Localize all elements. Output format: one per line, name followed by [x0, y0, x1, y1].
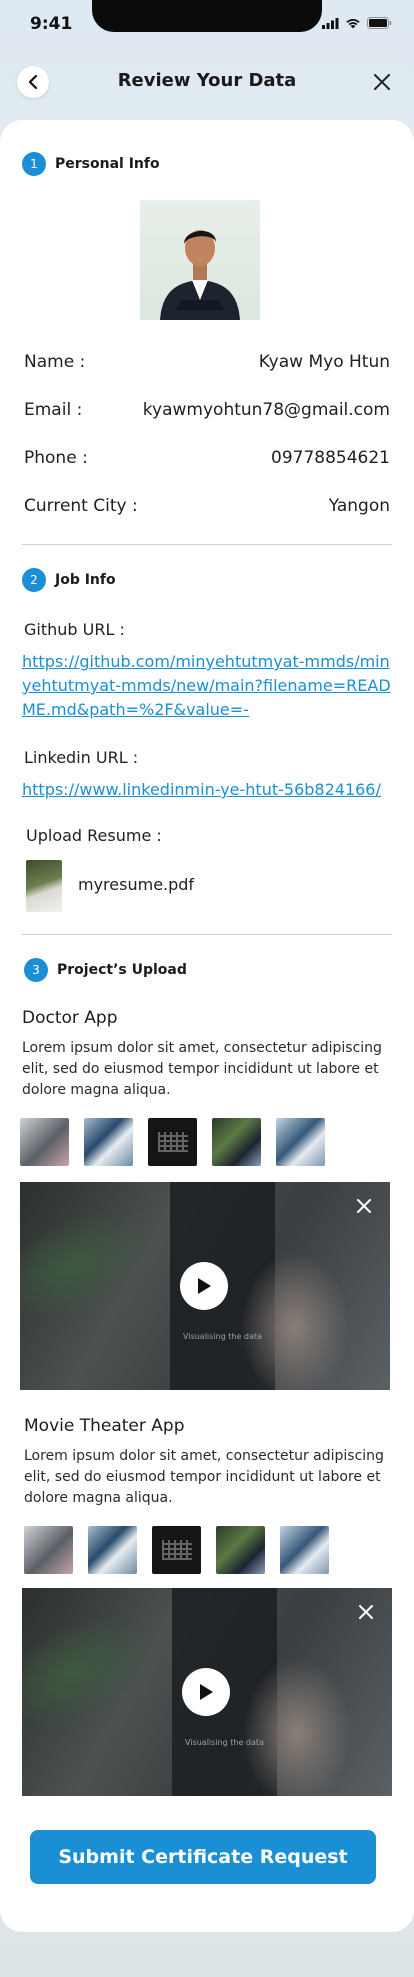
play-icon — [198, 1278, 211, 1294]
status-icons — [322, 17, 392, 29]
city-label: Current City : — [24, 496, 138, 516]
project-video[interactable]: Visualising the data — [22, 1588, 392, 1796]
video-caption: Visualising the data — [183, 1332, 262, 1341]
github-label: Github URL : — [24, 620, 125, 639]
project-description: Lorem ipsum dolor sit amet, consectetur … — [22, 1040, 382, 1098]
project-screenshot[interactable] — [20, 1118, 69, 1166]
step-number: 2 — [22, 568, 46, 592]
project-screenshots — [24, 1526, 329, 1574]
divider — [22, 934, 392, 935]
project-video[interactable]: Visualising the data — [20, 1182, 390, 1390]
section-job-info: 2 Job Info — [22, 568, 116, 592]
close-button[interactable] — [368, 68, 396, 96]
project-screenshots — [20, 1118, 325, 1166]
project-screenshot[interactable] — [212, 1118, 261, 1166]
divider — [22, 544, 392, 545]
phone-label: Phone : — [24, 448, 88, 468]
submit-certificate-button[interactable]: Submit Certificate Request — [30, 1830, 376, 1884]
project-screenshot[interactable] — [280, 1526, 329, 1574]
play-button[interactable] — [180, 1262, 228, 1310]
github-link[interactable]: https://github.com/minyehtutmyat-mmds/mi… — [22, 650, 394, 722]
phone-value: 09778854621 — [271, 448, 390, 468]
play-icon — [200, 1684, 213, 1700]
resume-file-name[interactable]: myresume.pdf — [78, 875, 194, 894]
linkedin-link[interactable]: https://www.linkedinmin-ye-htut-56b82416… — [22, 778, 394, 802]
city-row: Current City : Yangon — [24, 496, 390, 516]
review-card: 1 Personal Info Name : Kyaw Myo Htun Ema… — [0, 120, 414, 1932]
email-row: Email : kyawmyohtun78@gmail.com — [24, 400, 390, 420]
wifi-icon — [346, 18, 360, 28]
status-time: 9:41 — [30, 14, 73, 34]
phone-row: Phone : 09778854621 — [24, 448, 390, 468]
project-screenshot[interactable] — [148, 1118, 197, 1166]
project-title: Doctor App — [22, 1008, 118, 1028]
step-number: 3 — [24, 958, 48, 982]
project-screenshot[interactable] — [276, 1118, 325, 1166]
name-value: Kyaw Myo Htun — [258, 352, 390, 372]
project-title: Movie Theater App — [24, 1416, 185, 1436]
project-screenshot[interactable] — [24, 1526, 73, 1574]
remove-video-button[interactable] — [350, 1192, 378, 1220]
section-title: Personal Info — [55, 156, 160, 172]
name-label: Name : — [24, 352, 86, 372]
battery-icon — [367, 17, 392, 29]
resume-label: Upload Resume : — [26, 826, 162, 845]
section-title: Job Info — [55, 572, 116, 588]
close-icon — [359, 1605, 373, 1619]
close-icon — [357, 1199, 371, 1213]
video-caption: Visualising the data — [185, 1738, 264, 1747]
profile-photo-person — [160, 230, 240, 320]
resume-thumbnail[interactable] — [26, 860, 62, 912]
linkedin-label: Linkedin URL : — [24, 748, 139, 767]
project-screenshot[interactable] — [216, 1526, 265, 1574]
project-screenshot[interactable] — [84, 1118, 133, 1166]
project-screenshot[interactable] — [152, 1526, 201, 1574]
email-label: Email : — [24, 400, 83, 420]
project-screenshot[interactable] — [88, 1526, 137, 1574]
remove-video-button[interactable] — [352, 1598, 380, 1626]
status-bar: 9:41 — [0, 0, 414, 44]
city-value: Yangon — [328, 496, 390, 516]
header: Review Your Data — [0, 56, 414, 104]
notch — [92, 0, 322, 32]
project-description: Lorem ipsum dolor sit amet, consectetur … — [24, 1448, 384, 1506]
section-projects-upload: 3 Project’s Upload — [24, 958, 187, 982]
step-number: 1 — [22, 152, 46, 176]
signal-icon — [322, 17, 339, 29]
name-row: Name : Kyaw Myo Htun — [24, 352, 390, 372]
close-icon — [374, 74, 390, 90]
play-button[interactable] — [182, 1668, 230, 1716]
page-title: Review Your Data — [117, 70, 297, 91]
email-value: kyawmyohtun78@gmail.com — [142, 400, 390, 420]
profile-photo — [140, 200, 260, 320]
bottom-background — [0, 1932, 414, 1977]
section-personal-info: 1 Personal Info — [22, 152, 160, 176]
section-title: Project’s Upload — [57, 962, 187, 978]
